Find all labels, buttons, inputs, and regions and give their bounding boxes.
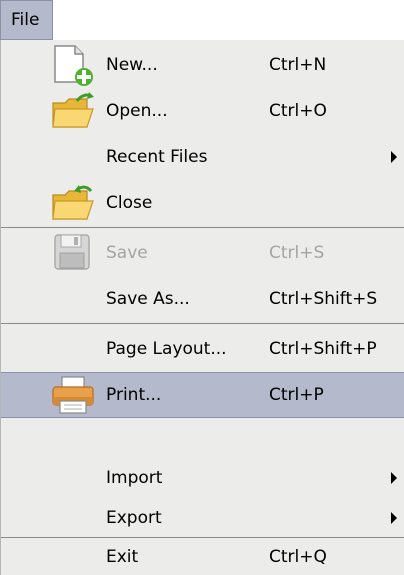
save-icon [49, 231, 97, 275]
menu-separator [1, 323, 404, 324]
menu-item-page-layout-shortcut: Ctrl+Shift+P [269, 339, 377, 359]
menu-item-print[interactable]: Print... Ctrl+P [1, 372, 404, 418]
close-folder-icon [49, 181, 97, 225]
menu-item-save-as[interactable]: Save As... Ctrl+Shift+S [1, 276, 404, 322]
submenu-arrow-icon [391, 512, 397, 524]
menu-item-close-label: Close [106, 193, 153, 213]
menu-item-page-layout[interactable]: Page Layout... Ctrl+Shift+P [1, 326, 404, 372]
menu-item-save[interactable]: Save Ctrl+S [1, 230, 404, 276]
open-folder-icon [49, 89, 97, 133]
menu-file-label: File [11, 10, 40, 30]
menu-item-recent-files[interactable]: Recent Files [1, 134, 404, 180]
menu-item-save-label: Save [106, 243, 148, 263]
printer-icon [49, 373, 97, 417]
menu-item-new-shortcut: Ctrl+N [269, 55, 327, 75]
menu-item-export[interactable]: Export [1, 499, 404, 537]
menu-separator [1, 537, 404, 538]
menu-item-page-layout-label: Page Layout... [106, 339, 227, 359]
menu-item-close[interactable]: Close [1, 180, 404, 226]
menu-item-save-as-shortcut: Ctrl+Shift+S [269, 289, 378, 309]
new-document-icon [49, 43, 97, 87]
menu-item-print-shortcut: Ctrl+P [269, 385, 324, 405]
menu-item-import-label: Import [106, 468, 163, 488]
submenu-arrow-icon [391, 151, 397, 163]
menu-item-save-as-label: Save As... [106, 289, 190, 309]
menu-item-exit-label: Exit [106, 547, 139, 567]
menu-item-recent-files-label: Recent Files [106, 147, 208, 167]
menu-item-open[interactable]: Open... Ctrl+O [1, 88, 404, 134]
menu-file[interactable]: File [0, 0, 53, 40]
menu-item-new-label: New... [106, 55, 158, 75]
menu-item-new[interactable]: New... Ctrl+N [1, 42, 404, 88]
menu-item-exit-shortcut: Ctrl+Q [269, 547, 327, 567]
menu-item-open-shortcut: Ctrl+O [269, 101, 327, 121]
submenu-arrow-icon [391, 472, 397, 484]
menu-item-save-shortcut: Ctrl+S [269, 243, 325, 263]
file-menu: New... Ctrl+N Open... Ctrl+O Recent File… [0, 40, 404, 575]
menu-item-export-label: Export [106, 508, 162, 528]
menu-item-exit[interactable]: Exit Ctrl+Q [1, 539, 404, 575]
menu-item-print-label: Print... [106, 385, 162, 405]
menu-separator [1, 227, 404, 228]
menu-item-open-label: Open... [106, 101, 168, 121]
menu-item-import[interactable]: Import [1, 459, 404, 497]
menubar: File [0, 0, 404, 40]
